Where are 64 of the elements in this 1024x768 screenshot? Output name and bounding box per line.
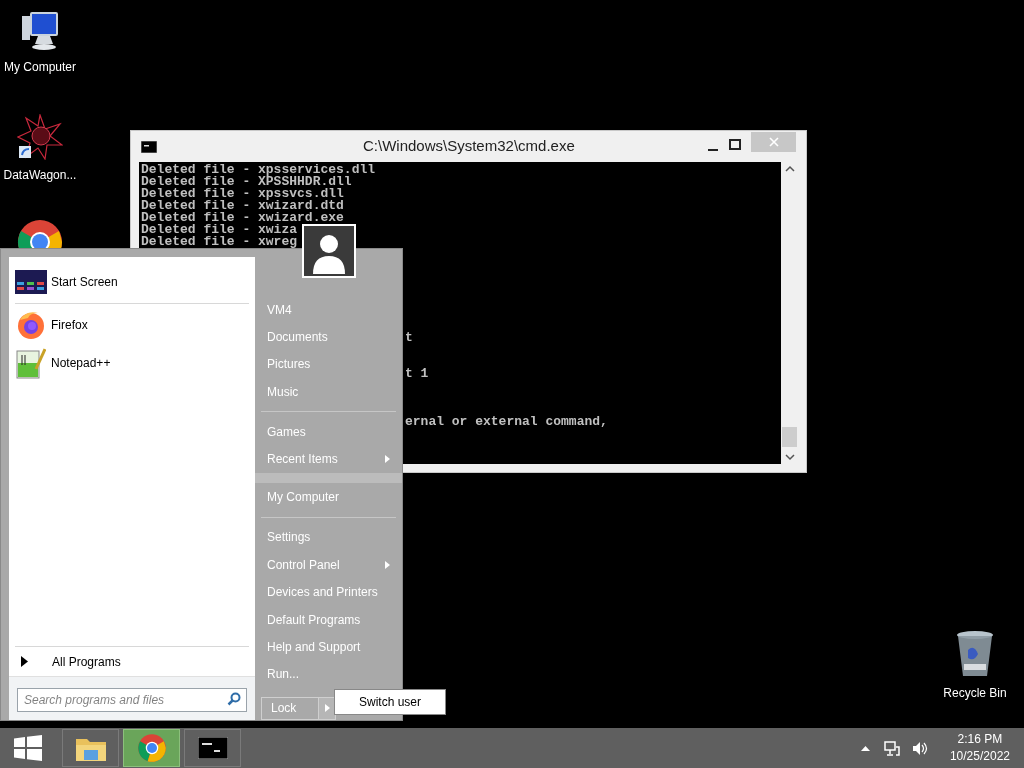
network-icon[interactable] xyxy=(883,740,900,756)
console-line: ernal or external command, xyxy=(405,416,608,428)
console-line: Deleted file - xpsservices.dll xyxy=(141,164,376,176)
close-icon xyxy=(768,137,779,147)
clock-date[interactable]: 10/25/2022 xyxy=(949,748,1010,765)
desktop-icon-label[interactable]: Recycle Bin xyxy=(943,684,1007,702)
menu-item[interactable]: Pictures xyxy=(259,350,398,379)
console-line: t 1 xyxy=(405,368,429,380)
maximize-icon[interactable] xyxy=(729,138,741,151)
taskbar-app[interactable] xyxy=(62,729,119,767)
tiles-icon xyxy=(15,270,47,294)
user-avatar[interactable] xyxy=(302,224,356,278)
search-icon xyxy=(227,691,241,706)
menu-item[interactable]: Default Programs xyxy=(259,605,398,634)
console-line: Deleted file - XPSSHHDR.dll xyxy=(141,176,352,188)
window-title: C:\Windows\System32\cmd.exe xyxy=(363,136,575,157)
all-programs-item[interactable]: All Programs xyxy=(9,647,255,676)
menu-item[interactable]: Games xyxy=(259,418,398,446)
menu-item[interactable]: Settings xyxy=(259,523,398,552)
taskbar-app[interactable] xyxy=(123,729,180,767)
search-field[interactable]: Search programs and files xyxy=(17,687,247,712)
submenu-arrow-icon xyxy=(385,455,390,464)
console-line: Deleted file - xwizard.exe xyxy=(141,212,344,224)
menu-item[interactable]: Help and Support xyxy=(259,633,398,661)
switch-user-popup[interactable]: Switch user xyxy=(334,689,446,715)
triangle-icon xyxy=(21,656,28,667)
scroll-up-icon[interactable] xyxy=(784,165,795,173)
submenu-arrow-icon xyxy=(385,560,390,569)
star-icon xyxy=(17,114,63,160)
console-icon xyxy=(141,140,157,153)
console-line: t xyxy=(405,332,413,344)
desktop-icon-label[interactable]: DataWagon... xyxy=(3,166,77,184)
menu-item[interactable]: Control Panel xyxy=(259,551,398,579)
scroll-thumb[interactable] xyxy=(782,427,797,447)
chrome-icon xyxy=(136,733,167,763)
program-item[interactable]: Notepad++ xyxy=(15,344,249,382)
windows-logo-icon xyxy=(14,735,42,761)
console-line: Deleted file - xpssvcs.dll xyxy=(141,188,344,200)
submenu-arrow-icon xyxy=(324,704,330,713)
menu-item[interactable]: Recent Items xyxy=(259,445,398,474)
menu-item[interactable]: Documents xyxy=(259,323,398,351)
speaker-icon[interactable] xyxy=(911,740,928,756)
scroll-down-icon[interactable] xyxy=(784,453,795,461)
program-item[interactable]: Firefox xyxy=(15,306,249,344)
trash-bin-icon xyxy=(956,630,994,678)
program-item[interactable]: Start Screen xyxy=(15,263,249,301)
clock-time[interactable]: 2:16 PM xyxy=(957,731,1003,748)
menu-item[interactable]: My Computer xyxy=(259,483,398,511)
taskbar-app[interactable] xyxy=(184,729,241,767)
console-line: Deleted file - xwizard.dtd xyxy=(141,200,344,212)
console-icon xyxy=(197,737,228,759)
chevron-up-icon[interactable] xyxy=(860,745,870,751)
console-line: Deleted file - xwiza xyxy=(141,224,298,236)
lock-button[interactable]: Lock xyxy=(261,696,319,720)
menu-item[interactable]: Music xyxy=(259,378,398,406)
console-line: Deleted file - xwreg xyxy=(141,236,298,248)
menu-item[interactable]: Devices and Printers xyxy=(259,578,398,606)
lock-options-button[interactable] xyxy=(319,696,336,720)
menu-item[interactable]: Run... xyxy=(259,660,398,688)
fox-globe-icon xyxy=(16,310,46,340)
menu-item[interactable]: VM4 xyxy=(259,296,398,324)
notepad-icon xyxy=(16,347,46,379)
desktop-icon-label[interactable]: My Computer xyxy=(4,58,76,76)
user-icon xyxy=(304,226,354,276)
